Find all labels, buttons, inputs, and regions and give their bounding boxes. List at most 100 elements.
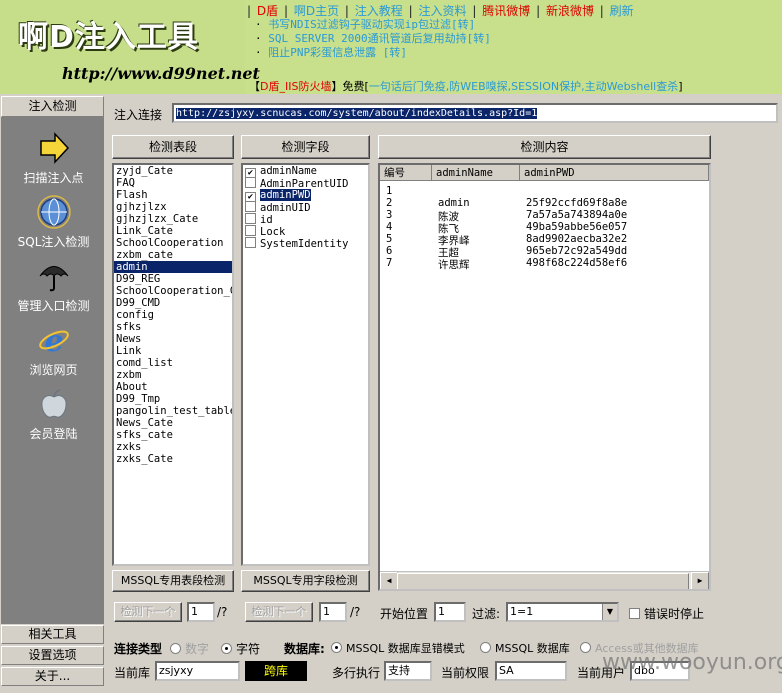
field-list-item[interactable]: adminUID xyxy=(243,201,368,214)
table-list-item[interactable]: gjhzjlzx_Cate xyxy=(114,213,232,225)
stop-on-error-checkbox[interactable]: 错误时停止 xyxy=(629,605,704,622)
grid-cell[interactable]: 许思辉 xyxy=(438,257,470,272)
table-list-item[interactable]: Link_Cate xyxy=(114,225,232,237)
table-list-item[interactable]: Flash xyxy=(114,189,232,201)
table-list-item[interactable]: pangolin_test_table xyxy=(114,405,232,417)
table-list-item[interactable]: FAQ xyxy=(114,177,232,189)
scroll-right-arrow-icon[interactable]: ▶ xyxy=(691,572,709,589)
fields-header[interactable]: 检测字段 xyxy=(241,135,370,159)
table-list-item[interactable]: Link xyxy=(114,345,232,357)
radio-icon[interactable] xyxy=(580,642,591,653)
grid-cell[interactable]: 7 xyxy=(386,257,392,269)
radio-icon[interactable] xyxy=(480,642,491,653)
radio-icon[interactable] xyxy=(170,643,181,654)
about-button[interactable]: 关于... xyxy=(1,667,104,686)
grid-cell[interactable]: 1 xyxy=(386,185,392,197)
table-list-item[interactable]: comd_list xyxy=(114,357,232,369)
permission-input[interactable]: SA xyxy=(495,661,567,681)
grid-scrollbar[interactable]: ◀ ▶ xyxy=(380,571,709,589)
next-field-button[interactable]: 检测下一个 xyxy=(245,602,313,622)
scroll-thumb[interactable] xyxy=(397,573,689,589)
scroll-left-arrow-icon[interactable]: ◀ xyxy=(380,572,398,589)
table-list-item[interactable]: gjhzjlzx xyxy=(114,201,232,213)
grid-cell[interactable]: 4 xyxy=(386,221,392,233)
db-mssql-radio[interactable]: MSSQL 数据库 xyxy=(480,640,570,656)
mssql-field-detect-button[interactable]: MSSQL专用字段检测 xyxy=(241,570,370,592)
field-list-item[interactable]: ✔ adminPWD xyxy=(243,189,368,203)
field-list-item[interactable]: SystemIdentity xyxy=(243,237,368,250)
table-list-item[interactable]: admin xyxy=(114,261,232,273)
nav-link-sina-weibo[interactable]: 新浪微博 xyxy=(546,4,594,18)
grid-col-header[interactable]: adminPWD xyxy=(520,165,709,181)
url-input[interactable]: http://zsjyxy.scnucas.com/system/about/i… xyxy=(172,103,778,123)
nav-link-tencent-weibo[interactable]: 腾讯微博 xyxy=(482,4,530,18)
checkbox-icon[interactable] xyxy=(629,608,640,619)
tables-header[interactable]: 检测表段 xyxy=(112,135,234,159)
field-page-input[interactable]: 1 xyxy=(319,602,347,622)
radio-icon[interactable] xyxy=(331,642,342,653)
table-list-item[interactable]: zxks xyxy=(114,441,232,453)
table-list-item[interactable]: D99_CMD xyxy=(114,297,232,309)
grid-cell[interactable]: admin xyxy=(438,197,470,209)
conn-type-number-radio[interactable]: 数字 xyxy=(170,640,209,657)
chevron-down-icon[interactable]: ▼ xyxy=(602,604,617,620)
promo-text[interactable]: 一句话后门免疫,防WEB嗅探,SESSION保护,主动Webshell查杀 xyxy=(369,80,678,93)
grid-cell[interactable]: 2 xyxy=(386,197,392,209)
grid-cell[interactable]: 965eb72c92a549dd xyxy=(526,245,627,257)
sidebar-item-sql[interactable]: SQL注入检测 xyxy=(2,195,105,250)
grid-cell[interactable]: 498f68c224d58ef6 xyxy=(526,257,627,269)
table-list-item[interactable]: sfks xyxy=(114,321,232,333)
result-grid[interactable]: 编号 adminName adminPWD 1 2 admin 25f92ccfd69… xyxy=(378,163,711,591)
sidebar-item-login[interactable]: 会员登陆 xyxy=(2,387,105,442)
table-list-item[interactable]: sfks_cate xyxy=(114,429,232,441)
nav-link-refresh[interactable]: 刷新 xyxy=(610,4,634,18)
filter-select[interactable]: 1=1 ▼ xyxy=(506,602,619,622)
grid-cell[interactable]: 8ad9902aecba32e2 xyxy=(526,233,627,245)
news-item[interactable]: 阻止PNP彩蛋信息泄露 [转] xyxy=(255,44,407,60)
table-list-item[interactable]: zxbm xyxy=(114,369,232,381)
grid-cell[interactable]: 6 xyxy=(386,245,392,257)
grid-cell[interactable]: 7a57a5a743894a0e xyxy=(526,209,627,221)
grid-cell[interactable]: 25f92ccfd69f8a8e xyxy=(526,197,627,209)
table-list-item[interactable]: About xyxy=(114,381,232,393)
multi-exec-input[interactable]: 支持 xyxy=(384,661,432,681)
table-list-item[interactable]: D99_Tmp xyxy=(114,393,232,405)
table-page-input[interactable]: 1 xyxy=(187,602,215,622)
checkbox-icon[interactable] xyxy=(245,177,256,188)
table-list-item[interactable]: D99_REG xyxy=(114,273,232,285)
grid-cell[interactable]: 5 xyxy=(386,233,392,245)
table-list-item[interactable]: SchoolCooperation xyxy=(114,237,232,249)
conn-type-string-radio[interactable]: 字符 xyxy=(221,640,260,657)
table-list-item[interactable]: zxbm_cate xyxy=(114,249,232,261)
grid-cell[interactable]: 49ba59abbe56e057 xyxy=(526,221,627,233)
tables-list[interactable]: zyjd_Cate FAQ Flash gjhzjlzx gjhzjlzx_Cate Li… xyxy=(112,163,234,566)
table-list-item[interactable]: config xyxy=(114,309,232,321)
cross-db-button[interactable]: 跨库 xyxy=(245,661,307,681)
sidebar-item-scan[interactable]: 扫描注入点 xyxy=(2,131,105,186)
table-list-item[interactable]: zyjd_Cate xyxy=(114,165,232,177)
grid-col-header[interactable]: adminName xyxy=(432,165,520,181)
checkbox-icon[interactable] xyxy=(245,237,256,248)
grid-cell[interactable]: 3 xyxy=(386,209,392,221)
field-list-item[interactable]: id xyxy=(243,213,368,226)
promo-link[interactable]: D盾_IIS防火墙 xyxy=(260,80,331,93)
checkbox-icon[interactable] xyxy=(245,225,256,236)
table-list-item[interactable]: News xyxy=(114,333,232,345)
checkbox-icon[interactable] xyxy=(245,201,256,212)
sidebar-item-admin-entry[interactable]: 管理入口检测 xyxy=(2,259,105,314)
sidebar-item-browse[interactable]: e 浏览网页 xyxy=(2,323,105,378)
field-list-item[interactable]: AdminParentUID xyxy=(243,177,368,190)
settings-button[interactable]: 设置选项 xyxy=(1,646,104,665)
table-list-item[interactable]: SchoolCooperation_Ca xyxy=(114,285,232,297)
field-list-item[interactable]: Lock xyxy=(243,225,368,238)
table-list-item[interactable]: zxks_Cate xyxy=(114,453,232,465)
db-mssql-error-radio[interactable]: MSSQL 数据库显错模式 xyxy=(331,640,465,656)
grid-col-header[interactable]: 编号 xyxy=(380,165,432,181)
next-table-button[interactable]: 检测下一个 xyxy=(114,602,182,622)
current-db-input[interactable]: zsjyxy xyxy=(155,661,240,681)
mssql-table-detect-button[interactable]: MSSQL专用表段检测 xyxy=(112,570,234,592)
fields-list[interactable]: ✔ adminName AdminParentUID ✔ adminPWD adminUI… xyxy=(241,163,370,566)
sidebar-header[interactable]: 注入检测 xyxy=(1,96,104,117)
logo-url[interactable]: http://www.d99net.net xyxy=(62,64,260,83)
checkbox-icon[interactable] xyxy=(245,213,256,224)
